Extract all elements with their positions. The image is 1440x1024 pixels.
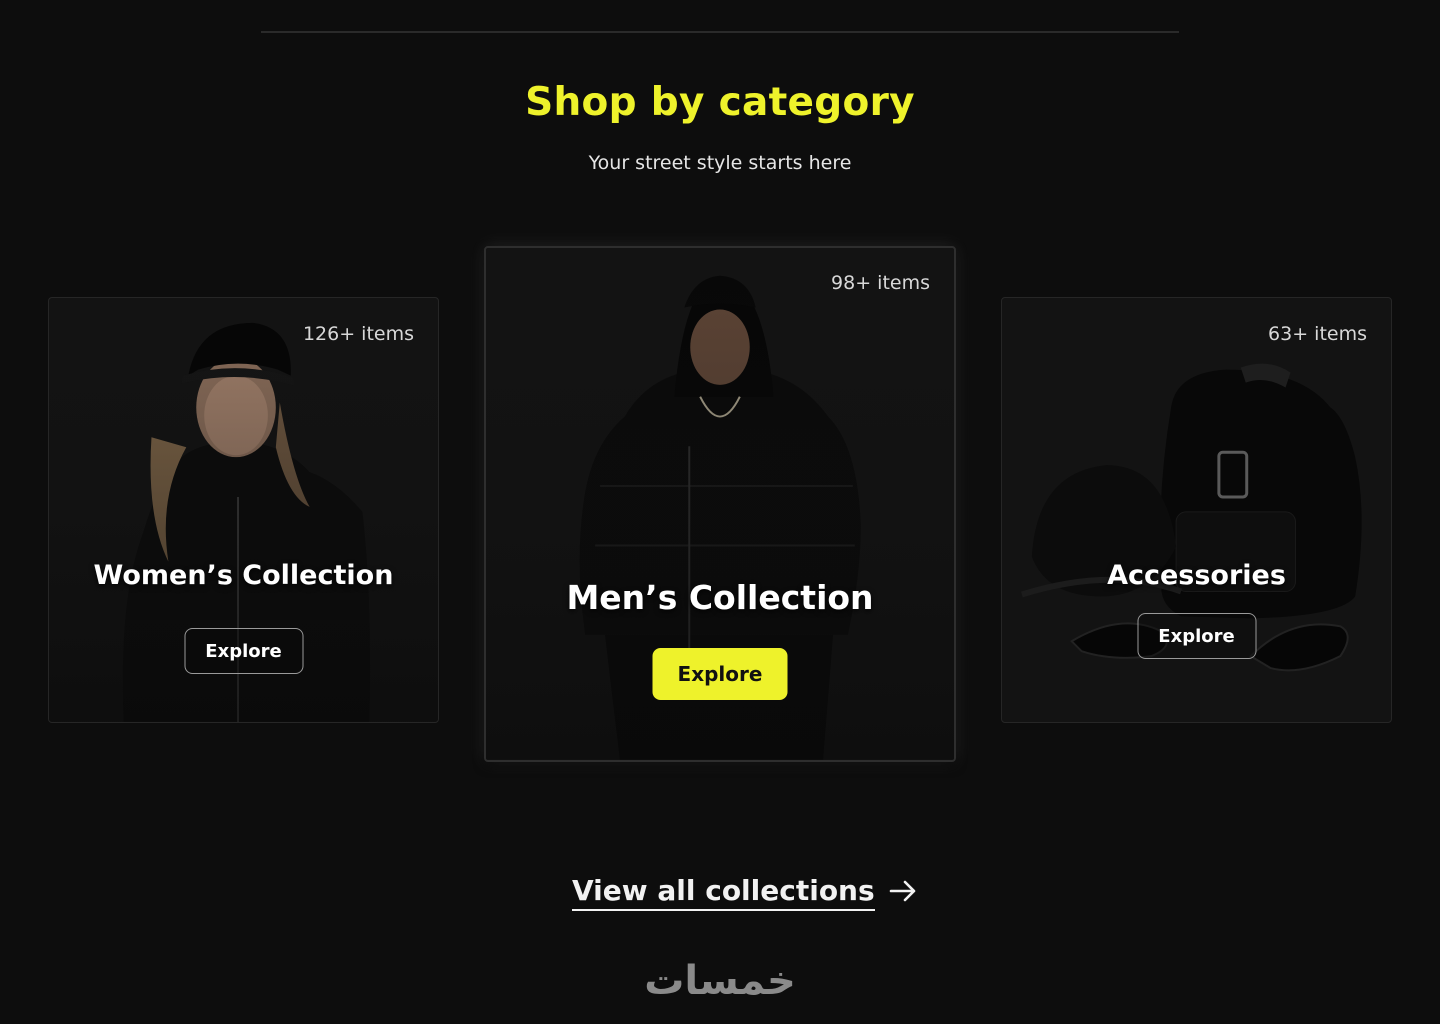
section-title: Shop by category bbox=[525, 80, 915, 125]
card-title: Accessories bbox=[1107, 560, 1286, 591]
section-subtitle: Your street style starts here bbox=[588, 152, 852, 174]
item-count: 63+ items bbox=[1268, 323, 1367, 345]
view-all-label: View all collections bbox=[572, 874, 875, 911]
arrow-right-icon bbox=[889, 880, 915, 902]
watermark-logo: خمسات bbox=[644, 958, 796, 1004]
category-card-women[interactable]: 126+ items Women’s Collection Explore bbox=[48, 297, 439, 723]
top-divider bbox=[261, 31, 1179, 33]
card-title: Men’s Collection bbox=[566, 578, 874, 617]
explore-button-accessories[interactable]: Explore bbox=[1137, 613, 1256, 659]
category-card-men[interactable]: 98+ items Men’s Collection Explore bbox=[484, 246, 956, 762]
item-count: 126+ items bbox=[302, 323, 414, 345]
view-all-collections-link[interactable]: View all collections bbox=[572, 872, 917, 912]
item-count: 98+ items bbox=[831, 272, 930, 294]
category-card-accessories[interactable]: 63+ items Accessories Explore bbox=[1001, 297, 1392, 723]
explore-button-women[interactable]: Explore bbox=[184, 628, 303, 674]
explore-button-men[interactable]: Explore bbox=[652, 648, 788, 700]
card-title: Women’s Collection bbox=[93, 560, 394, 591]
